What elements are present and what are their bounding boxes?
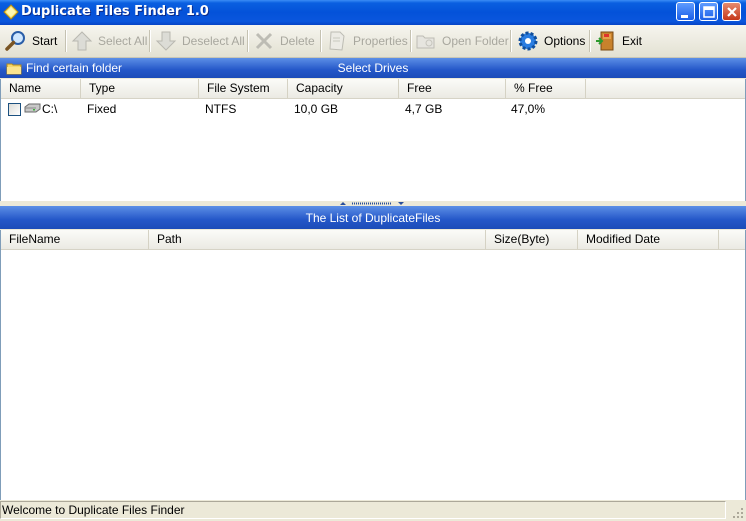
- col-name[interactable]: Name: [1, 79, 81, 98]
- col-file-system[interactable]: File System: [199, 79, 288, 98]
- select-drives-header: Find certain folder Select Drives: [0, 58, 746, 78]
- drive-free: 4,7 GB: [405, 102, 443, 116]
- exit-button[interactable]: Exit: [594, 27, 642, 55]
- col-filename[interactable]: FileName: [1, 230, 149, 249]
- select-all-button[interactable]: Select All: [70, 27, 147, 55]
- title-bar[interactable]: Duplicate Files Finder 1.0: [0, 0, 746, 25]
- drive-type: Fixed: [87, 102, 117, 116]
- arrow-down-icon: [154, 29, 178, 53]
- maximize-button[interactable]: [699, 2, 718, 21]
- document-icon: [325, 29, 349, 53]
- maximize-icon: [703, 6, 715, 18]
- toolbar-separator: [65, 30, 66, 52]
- status-bar: Welcome to Duplicate Files Finder: [0, 500, 746, 521]
- toolbar-separator: [510, 30, 511, 52]
- close-icon: [727, 7, 737, 17]
- duplicates-list[interactable]: FileName Path Size(Byte) Modified Date: [0, 230, 746, 500]
- resize-grip-icon[interactable]: [731, 506, 745, 520]
- magnifier-icon: [4, 29, 28, 53]
- duplicates-column-header: FileName Path Size(Byte) Modified Date: [1, 230, 745, 250]
- start-button[interactable]: Start: [4, 27, 57, 55]
- toolbar-separator: [320, 30, 321, 52]
- minimize-button[interactable]: [676, 2, 695, 21]
- drive-file-system: NTFS: [205, 102, 237, 116]
- toolbar-separator: [247, 30, 248, 52]
- options-button[interactable]: Options: [516, 27, 585, 55]
- exit-door-icon: [594, 29, 618, 53]
- col-free[interactable]: Free: [399, 79, 506, 98]
- drive-row[interactable]: C:\ Fixed NTFS 10,0 GB 4,7 GB 47,0%: [1, 100, 745, 118]
- col-capacity[interactable]: Capacity: [288, 79, 399, 98]
- select-drives-title: Select Drives: [337, 61, 409, 75]
- drives-column-header: Name Type File System Capacity Free % Fr…: [1, 79, 745, 99]
- col-percent-free[interactable]: % Free: [506, 79, 586, 98]
- toolbar-separator: [410, 30, 411, 52]
- minimize-icon: [681, 15, 688, 18]
- deselect-all-button[interactable]: Deselect All: [154, 27, 245, 55]
- gear-icon: [516, 29, 540, 53]
- drive-name: C:\: [42, 102, 58, 116]
- diamond-app-icon: [3, 4, 19, 20]
- duplicates-header: The List of DuplicateFiles: [0, 206, 746, 229]
- drive-capacity: 10,0 GB: [294, 102, 339, 116]
- drive-percent-free: 47,0%: [511, 102, 546, 116]
- toolbar: Start Select All Deselect All Delete Pro…: [0, 25, 746, 58]
- properties-button[interactable]: Properties: [325, 27, 408, 55]
- duplicates-title: The List of DuplicateFiles: [305, 211, 441, 225]
- delete-button[interactable]: Delete: [252, 27, 315, 55]
- drives-list[interactable]: Name Type File System Capacity Free % Fr…: [0, 79, 746, 201]
- folder-icon: [414, 29, 438, 53]
- col-size[interactable]: Size(Byte): [486, 230, 578, 249]
- hard-drive-icon: [24, 103, 41, 113]
- splitter-grip-icon: [340, 202, 404, 205]
- window-title: Duplicate Files Finder 1.0: [21, 4, 209, 19]
- toolbar-separator: [149, 30, 150, 52]
- col-type[interactable]: Type: [81, 79, 199, 98]
- drive-checkbox[interactable]: [8, 103, 21, 116]
- arrow-up-icon: [70, 29, 94, 53]
- toolbar-separator: [589, 30, 590, 52]
- close-button[interactable]: [722, 2, 741, 21]
- col-path[interactable]: Path: [149, 230, 486, 249]
- x-delete-icon: [252, 29, 276, 53]
- col-modified-date[interactable]: Modified Date: [578, 230, 719, 249]
- app-window: Duplicate Files Finder 1.0 Start Select …: [0, 0, 746, 521]
- open-folder-button[interactable]: Open Folder: [414, 27, 509, 55]
- status-text: Welcome to Duplicate Files Finder: [0, 501, 726, 519]
